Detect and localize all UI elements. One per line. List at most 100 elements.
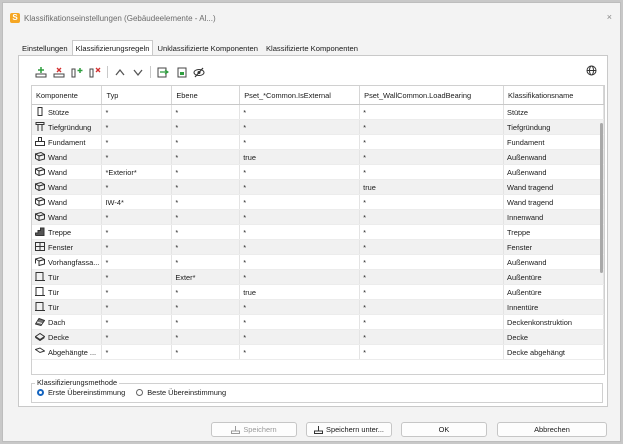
table-cell[interactable]: * [359, 104, 505, 120]
table-cell[interactable]: * [359, 239, 505, 255]
table-cell[interactable]: * [239, 254, 361, 270]
table-row[interactable]: Wand *Exterior* * * * Außenwand [32, 164, 604, 180]
table-cell[interactable]: * [239, 164, 361, 180]
table-row[interactable]: Dach * * * * Deckenkonstruktion [32, 314, 604, 330]
table-cell[interactable]: * [359, 224, 505, 240]
table-row[interactable]: Wand IW-4* * * * Wand tragend [32, 194, 604, 210]
move-up-icon[interactable] [112, 65, 128, 79]
radio-label-beste[interactable]: Beste Übereinstimmung [147, 388, 226, 397]
table-row[interactable]: Vorhangfassa... * * * * Außenwand [32, 254, 604, 270]
table-cell[interactable]: * [239, 329, 361, 345]
table-cell[interactable]: Fundament [503, 134, 604, 150]
table-cell[interactable]: Tiefgründung [503, 119, 604, 135]
component-cell[interactable]: Tür [32, 299, 103, 315]
component-cell[interactable]: Wand [32, 209, 103, 225]
table-cell[interactable]: * [101, 344, 173, 360]
table-cell[interactable]: * [171, 284, 241, 300]
table-cell[interactable]: * [239, 239, 361, 255]
table-row[interactable]: Tür * * * * Innentüre [32, 299, 604, 315]
table-cell[interactable]: * [359, 119, 505, 135]
table-cell[interactable]: * [101, 149, 173, 165]
table-cell[interactable]: * [171, 164, 241, 180]
table-cell[interactable]: * [239, 194, 361, 210]
column-header-ebene[interactable]: Ebene [171, 86, 241, 105]
table-cell[interactable]: * [359, 149, 505, 165]
export-icon[interactable] [173, 65, 189, 79]
table-cell[interactable]: * [101, 314, 173, 330]
table-cell[interactable]: * [239, 344, 361, 360]
table-cell[interactable]: Stütze [503, 104, 604, 120]
move-down-icon[interactable] [130, 65, 146, 79]
remove-column-icon[interactable] [87, 65, 103, 79]
tab-unklassifizierte-komponenten[interactable]: Unklassifizierte Komponenten [153, 40, 261, 55]
table-cell[interactable]: Wand tragend [503, 194, 604, 210]
table-cell[interactable]: Decke [503, 329, 604, 345]
table-cell[interactable]: * [101, 134, 173, 150]
component-cell[interactable]: Fundament [32, 134, 103, 150]
component-cell[interactable]: Tür [32, 269, 103, 285]
table-cell[interactable]: Deckenkonstruktion [503, 314, 604, 330]
table-cell[interactable]: *Exterior* [101, 164, 173, 180]
table-cell[interactable]: * [171, 224, 241, 240]
table-cell[interactable]: Innenwand [503, 209, 604, 225]
table-cell[interactable]: Wand tragend [503, 179, 604, 195]
component-cell[interactable]: Wand [32, 164, 103, 180]
table-cell[interactable]: * [171, 344, 241, 360]
table-cell[interactable]: * [101, 284, 173, 300]
remove-row-icon[interactable] [51, 65, 67, 79]
column-header-isexternal[interactable]: Pset_*Common.IsExternal [239, 86, 361, 105]
table-cell[interactable]: * [359, 269, 505, 285]
table-cell[interactable]: * [171, 314, 241, 330]
table-cell[interactable]: * [359, 344, 505, 360]
table-cell[interactable]: * [101, 329, 173, 345]
table-row[interactable]: Treppe * * * * Treppe [32, 224, 604, 240]
table-cell[interactable]: * [171, 209, 241, 225]
radio-label-erste[interactable]: Erste Übereinstimmung [48, 388, 125, 397]
table-cell[interactable]: * [359, 299, 505, 315]
table-cell[interactable]: Außenwand [503, 149, 604, 165]
column-header-loadbearing[interactable]: Pset_WallCommon.LoadBearing [359, 86, 505, 105]
table-cell[interactable]: * [359, 164, 505, 180]
tab-klassifizierungsregeln[interactable]: Klassifizierungsregeln [71, 40, 154, 55]
table-cell[interactable]: * [101, 209, 173, 225]
table-row[interactable]: Wand * * * true Wand tragend [32, 179, 604, 195]
table-cell[interactable]: * [171, 134, 241, 150]
table-cell[interactable]: * [101, 254, 173, 270]
component-cell[interactable]: Tür [32, 284, 103, 300]
radio-erste-uebereinstimmung[interactable] [37, 389, 44, 396]
table-row[interactable]: Fenster * * * * Fenster [32, 239, 604, 255]
component-cell[interactable]: Stütze [32, 104, 103, 120]
table-cell[interactable]: Außentüre [503, 269, 604, 285]
save-button[interactable]: Speichern [211, 422, 297, 437]
table-cell[interactable]: * [101, 299, 173, 315]
table-row[interactable]: Tür * * true * Außentüre [32, 284, 604, 300]
table-cell[interactable]: * [359, 329, 505, 345]
table-cell[interactable]: * [239, 269, 361, 285]
ok-button[interactable]: OK [401, 422, 487, 437]
table-cell[interactable]: * [101, 269, 173, 285]
table-cell[interactable]: * [171, 119, 241, 135]
column-header-komponente[interactable]: Komponente [32, 86, 103, 105]
table-cell[interactable]: Außenwand [503, 254, 604, 270]
vertical-scrollbar[interactable] [600, 123, 603, 273]
table-cell[interactable]: Exter* [171, 269, 241, 285]
table-cell[interactable]: * [359, 194, 505, 210]
column-header-klassifikationsname[interactable]: Klassifikationsname [503, 86, 604, 105]
column-header-typ[interactable]: Typ [101, 86, 173, 105]
table-cell[interactable]: * [239, 104, 361, 120]
table-cell[interactable]: * [171, 329, 241, 345]
table-cell[interactable]: * [359, 314, 505, 330]
table-cell[interactable]: Fenster [503, 239, 604, 255]
table-cell[interactable]: true [359, 179, 505, 195]
cancel-button[interactable]: Abbrechen [497, 422, 607, 437]
table-cell[interactable]: Decke abgehängt [503, 344, 604, 360]
table-cell[interactable]: * [239, 209, 361, 225]
table-cell[interactable]: * [101, 104, 173, 120]
table-cell[interactable]: IW-4* [101, 194, 173, 210]
table-cell[interactable]: * [359, 134, 505, 150]
table-cell[interactable]: true [239, 284, 361, 300]
add-column-icon[interactable] [69, 65, 85, 79]
save-as-button[interactable]: Speichern unter... [306, 422, 392, 437]
table-cell[interactable]: * [239, 134, 361, 150]
component-cell[interactable]: Wand [32, 149, 103, 165]
